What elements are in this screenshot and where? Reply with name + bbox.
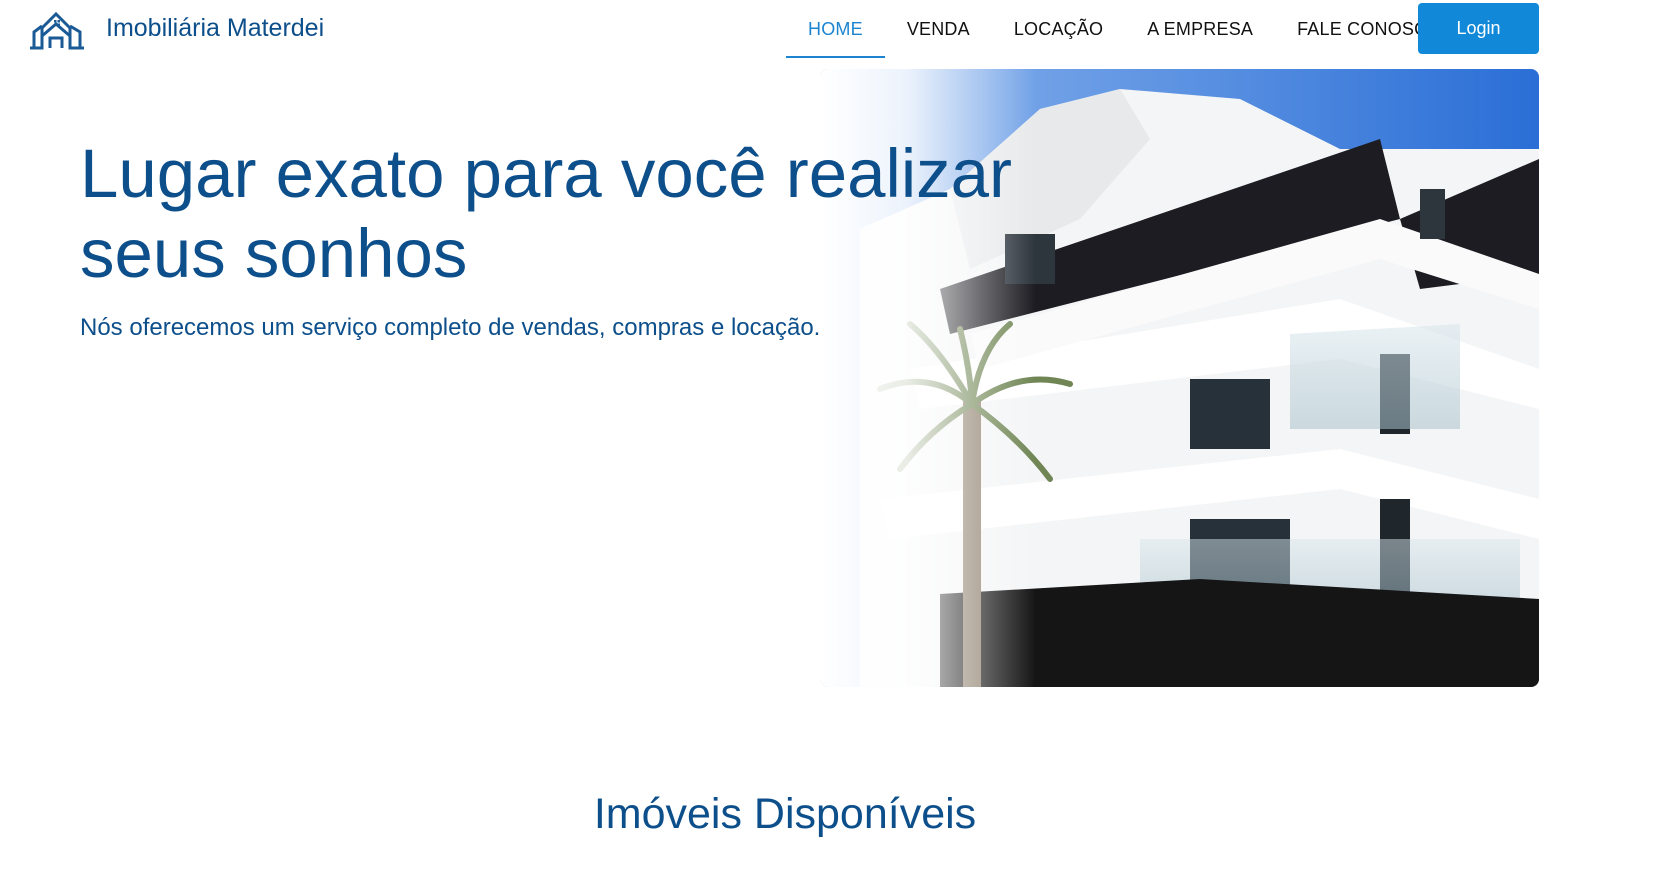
nav-item-locacao[interactable]: LOCAÇÃO xyxy=(992,0,1125,58)
nav-item-home[interactable]: HOME xyxy=(786,0,885,58)
hero-title: Lugar exato para você realizar seus sonh… xyxy=(80,135,1013,292)
section-title-imoveis: Imóveis Disponíveis xyxy=(593,790,977,838)
main-nav: HOME VENDA LOCAÇÃO A EMPRESA FALE CONOSC… xyxy=(786,0,1464,58)
hero: Lugar exato para você realizar seus sonh… xyxy=(80,134,1080,342)
nav-item-venda[interactable]: VENDA xyxy=(885,0,992,58)
login-button[interactable]: Login xyxy=(1418,3,1539,54)
nav-item-a-empresa[interactable]: A EMPRESA xyxy=(1125,0,1275,58)
brand-name: Imobiliária Materdei xyxy=(106,13,325,42)
hero-subtitle: Nós oferecemos um serviço completo de ve… xyxy=(80,314,821,341)
brand[interactable]: Imobiliária Materdei xyxy=(28,6,324,50)
site-header: Imobiliária Materdei HOME VENDA LOCAÇÃO … xyxy=(0,0,1662,62)
house-building-icon xyxy=(30,11,84,50)
